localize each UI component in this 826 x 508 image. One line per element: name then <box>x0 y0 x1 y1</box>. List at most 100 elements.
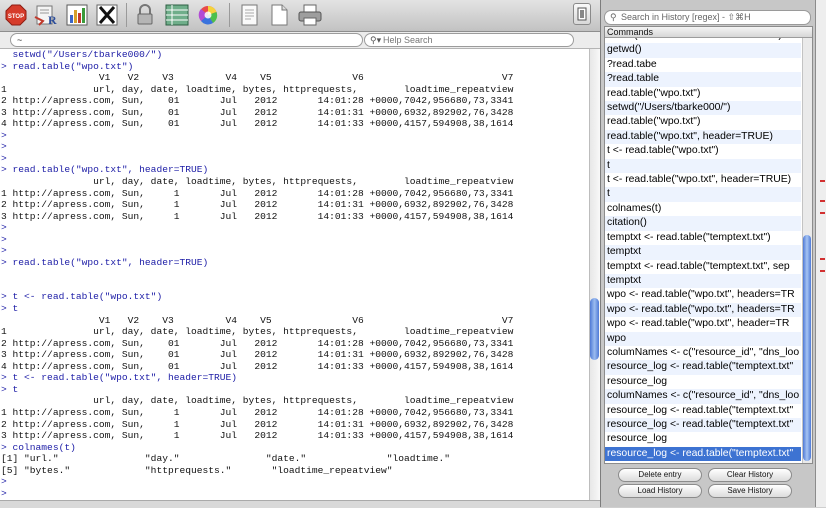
history-item[interactable]: temptxt <box>605 245 801 260</box>
history-item[interactable]: temptxt <- read.table("temptext.txt", se… <box>605 260 801 274</box>
print-button[interactable] <box>296 2 324 28</box>
search-icon: ⚲▾ <box>370 35 382 45</box>
clear-history-button[interactable]: Clear History <box>708 468 792 482</box>
history-column-header[interactable]: Commands <box>605 27 812 38</box>
history-item[interactable]: setwd("/Users/tbarke000/") <box>605 101 801 116</box>
history-list: setwd("/Users/tbarke000/Downloads")getwd… <box>605 29 801 462</box>
console-output-line: 1 http://apress.com, Sun, 1 Jul 2012 14:… <box>1 187 514 199</box>
console-input-line: > t <- read.table("wpo.txt", header=TRUE… <box>1 372 238 384</box>
history-item[interactable]: temptxt <- read.table("temptext.txt") <box>605 231 801 245</box>
history-item[interactable]: resource_log <- read.table("temptext.txt… <box>605 404 801 418</box>
r-console-window: STOP R ~ ⚲▾ Help Search setwd("/Users/tb… <box>0 0 826 508</box>
print-icon <box>298 4 322 26</box>
history-item[interactable]: temptxt <box>605 273 801 289</box>
console-input-line: > <box>1 129 7 141</box>
history-item[interactable]: wpo <- read.table("wpo.txt", headers=TR <box>605 302 801 318</box>
history-item[interactable]: ?read.tabe <box>605 58 801 72</box>
document-icon <box>241 4 258 26</box>
background-mark <box>820 270 825 272</box>
background-mark <box>820 258 825 260</box>
console-output-line: 3 http://apress.com, Sun, 01 Jul 2012 14… <box>1 106 514 118</box>
history-item[interactable]: read.table("wpo.txt") <box>605 115 801 129</box>
color-picker-button[interactable] <box>196 2 220 28</box>
console-output-line: 1 http://apress.com, Sun, 1 Jul 2012 14:… <box>1 406 514 418</box>
console-output-line: url, day, date, loadtime, bytes, httpreq… <box>1 395 514 407</box>
console-output-line: 3 http://apress.com, Sun, 1 Jul 2012 14:… <box>1 430 514 442</box>
history-item[interactable]: t <box>605 158 801 174</box>
load-history-button[interactable]: Load History <box>618 484 702 498</box>
console-input-line: > <box>1 245 7 257</box>
history-item[interactable]: t <box>605 187 801 202</box>
console-input-line: > t <box>1 383 19 395</box>
history-item[interactable]: resource_log <box>605 375 801 389</box>
history-item[interactable]: getwd() <box>605 43 801 58</box>
console-output-line: 2 http://apress.com, Sun, 01 Jul 2012 14… <box>1 337 514 349</box>
history-item[interactable]: resource_log <- read.table("temptext.txt… <box>605 417 801 433</box>
x11-button[interactable] <box>94 2 120 28</box>
toolbar-separator <box>229 3 230 27</box>
color-wheel-icon <box>198 5 218 25</box>
data-editor-button[interactable] <box>163 2 191 28</box>
console-input-line: > read.table("wpo.txt", header=TRUE) <box>1 164 209 176</box>
history-item[interactable]: colnames(t) <box>605 202 801 216</box>
stop-button[interactable]: STOP <box>4 2 28 28</box>
console-input-line: > colnames(t) <box>1 441 76 453</box>
history-item[interactable]: t <- read.table("wpo.txt", header=TRUE) <box>605 173 801 187</box>
delete-entry-button[interactable]: Delete entry <box>618 468 702 482</box>
history-item[interactable]: ?read.table <box>605 72 801 87</box>
new-document-button[interactable] <box>266 2 292 28</box>
toolbar: STOP R <box>0 0 600 32</box>
history-item[interactable]: columNames <- c("resource_id", "dns_loo <box>605 346 801 360</box>
svg-text:R: R <box>48 13 57 27</box>
history-item[interactable]: wpo <box>605 331 801 346</box>
history-item[interactable]: columNames <- c("resource_id", "dns_loo <box>605 389 801 404</box>
history-item[interactable]: resource_log <- read.table("temptext.txt… <box>605 360 801 375</box>
console-output-line: 2 http://apress.com, Sun, 1 Jul 2012 14:… <box>1 418 514 430</box>
console-input-line: > read.table("wpo.txt", header=TRUE) <box>1 256 209 268</box>
stop-icon: STOP <box>5 4 27 26</box>
authentication-button[interactable] <box>134 2 156 28</box>
source-script-button[interactable]: R <box>33 2 59 28</box>
console-output-line: [5] "bytes." "httprequests." "loadtime_r… <box>1 464 393 476</box>
open-document-button[interactable] <box>236 2 262 28</box>
console-output-line: 3 http://apress.com, Sun, 01 Jul 2012 14… <box>1 349 514 361</box>
save-history-button[interactable]: Save History <box>708 484 792 498</box>
background-mark <box>820 212 825 214</box>
console-input-line: setwd("/Users/tbarke000/") <box>1 49 163 60</box>
background-window-edge <box>815 0 826 507</box>
history-item[interactable]: read.table("wpo.txt") <box>605 87 801 101</box>
history-search-input[interactable]: ⚲ Search in History [regex] - ⇧⌘H <box>604 10 811 25</box>
history-item[interactable]: wpo <- read.table("wpo.txt", header=TR <box>605 317 801 331</box>
background-mark <box>820 200 825 202</box>
console-output[interactable]: setwd("/Users/tbarke000/") > read.table("… <box>0 49 589 500</box>
console-input-line: > <box>1 141 7 153</box>
console-output-line: 1 url, day, date, loadtime, bytes, httpr… <box>1 326 514 338</box>
history-item[interactable]: resource_log <box>605 432 801 446</box>
history-item[interactable]: citation() <box>605 216 801 231</box>
history-item[interactable]: read.table("wpo.txt", header=TRUE) <box>605 129 801 145</box>
new-file-icon <box>271 4 288 26</box>
console-output-line: V1 V2 V3 V4 V5 V6 V7 <box>1 72 514 84</box>
console-scroll-thumb[interactable] <box>590 298 599 360</box>
console-output-line: [1] "url." "day." "date." "loadtime." <box>1 453 451 465</box>
history-scroll-thumb[interactable] <box>803 235 811 461</box>
console-input-line: > <box>1 152 7 164</box>
console-output-line <box>1 268 513 280</box>
history-item[interactable]: t <- read.table("wpo.txt") <box>605 144 801 158</box>
console-input-line: > <box>1 476 7 488</box>
toggle-history-drawer-button[interactable] <box>573 3 591 25</box>
quartz-device-button[interactable] <box>64 2 90 28</box>
working-directory-field[interactable]: ~ <box>10 33 363 47</box>
history-item[interactable]: resource_log <- read.table("temptext.txt… <box>605 446 801 462</box>
table-icon <box>165 4 189 26</box>
history-drawer: ⚲ Search in History [regex] - ⇧⌘H setwd(… <box>600 0 815 507</box>
console-output-line: V1 V2 V3 V4 V5 V6 V7 <box>1 314 514 326</box>
help-search-input[interactable]: ⚲▾ Help Search <box>364 33 574 47</box>
stop-label: STOP <box>8 14 24 20</box>
lock-icon <box>137 4 153 25</box>
console-input-line: > t <box>1 303 19 315</box>
toolbar-separator <box>126 3 127 27</box>
console-input-line: > <box>1 487 7 499</box>
help-search-placeholder: Help Search <box>383 35 433 45</box>
history-item[interactable]: wpo <- read.table("wpo.txt", headers=TR <box>605 288 801 302</box>
